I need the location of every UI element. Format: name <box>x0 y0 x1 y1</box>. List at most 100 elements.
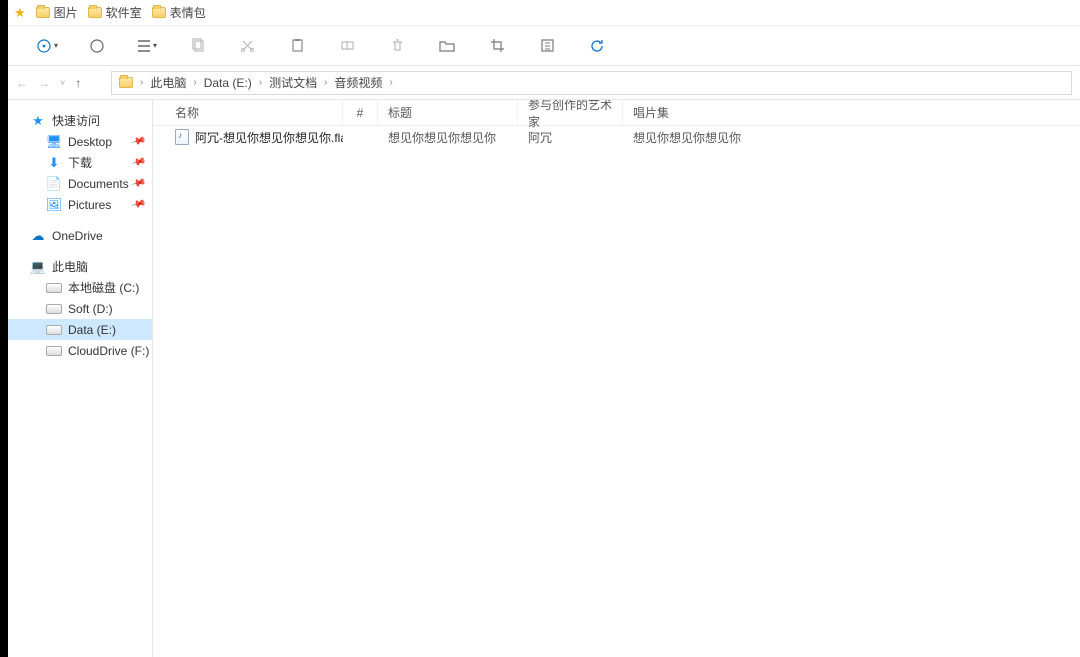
trash-icon <box>390 38 405 53</box>
breadcrumb-root[interactable] <box>116 77 136 88</box>
sidebar-label: CloudDrive (F:) <box>68 344 149 358</box>
circle-button[interactable] <box>86 35 108 57</box>
qa-pinned-folder[interactable]: 表情包 <box>152 4 206 21</box>
sidebar-label: 快速访问 <box>52 112 100 129</box>
disk-icon <box>46 283 62 293</box>
sidebar-label: 此电脑 <box>52 258 88 275</box>
table-row[interactable]: 阿冗-想见你想见你想见你.flac 想见你想见你想见你 阿冗 想见你想见你想见你 <box>153 126 1080 148</box>
properties-button[interactable] <box>536 35 558 57</box>
cell-title: 想见你想见你想见你 <box>378 129 518 146</box>
copy-button[interactable] <box>186 35 208 57</box>
sidebar-quick-access[interactable]: ★ 快速访问 <box>8 110 152 131</box>
sidebar-drive-d[interactable]: Soft (D:) <box>8 298 152 319</box>
pin-icon: 📌 <box>130 134 146 150</box>
sidebar-label: Pictures <box>68 198 111 212</box>
disk-icon <box>46 304 62 314</box>
sidebar-label: Data (E:) <box>68 323 116 337</box>
breadcrumb-segment[interactable]: 测试文档 <box>266 74 320 91</box>
crop-icon <box>490 38 505 53</box>
breadcrumb[interactable]: › 此电脑 › Data (E:) › 测试文档 › 音频视频 › <box>111 71 1072 95</box>
chevron-right-icon: › <box>322 77 329 88</box>
sidebar-this-pc[interactable]: 💻 此电脑 <box>8 256 152 277</box>
crop-button[interactable] <box>486 35 508 57</box>
rows: 阿冗-想见你想见你想见你.flac 想见你想见你想见你 阿冗 想见你想见你想见你 <box>153 126 1080 657</box>
desktop-icon: 🖥 <box>46 134 62 150</box>
back-button[interactable]: ← <box>16 76 28 90</box>
paste-button[interactable] <box>286 35 308 57</box>
new-folder-button[interactable] <box>436 35 458 57</box>
disk-icon <box>46 346 62 356</box>
cell-name: 阿冗-想见你想见你想见你.flac <box>153 129 343 146</box>
qa-label: 软件室 <box>106 4 142 21</box>
column-album[interactable]: 唱片集 <box>623 100 743 125</box>
breadcrumb-segment[interactable]: Data (E:) <box>201 76 255 90</box>
quick-access-bar: ★ 图片 软件室 表情包 <box>8 0 1080 26</box>
sidebar-onedrive[interactable]: ☁ OneDrive <box>8 225 152 246</box>
column-name[interactable]: 名称 <box>153 100 343 125</box>
chevron-right-icon: › <box>387 77 394 88</box>
cell-album: 想见你想见你想见你 <box>623 129 743 146</box>
sidebar-label: OneDrive <box>52 229 103 243</box>
cloud-icon: ☁ <box>30 228 46 244</box>
column-headers: 名称 # 标题 参与创作的艺术家 唱片集 <box>153 100 1080 126</box>
qa-label: 图片 <box>54 4 78 21</box>
sidebar-label: Documents <box>68 177 129 191</box>
chevron-down-icon: ▾ <box>54 41 58 50</box>
chevron-down-icon: ▾ <box>153 41 157 50</box>
column-artist[interactable]: 参与创作的艺术家 <box>518 100 623 125</box>
refresh-button[interactable] <box>586 35 608 57</box>
sidebar-item-downloads[interactable]: ⬇ 下载 📌 <box>8 152 152 173</box>
history-dropdown[interactable]: ˅ <box>60 78 65 88</box>
up-button[interactable]: ↑ <box>75 76 81 90</box>
disk-icon <box>46 325 62 335</box>
pin-icon: 📌 <box>130 176 146 192</box>
cut-button[interactable] <box>236 35 258 57</box>
rename-button[interactable] <box>336 35 358 57</box>
folder-icon <box>152 7 166 18</box>
breadcrumb-segment[interactable]: 音频视频 <box>331 74 385 91</box>
delete-button[interactable] <box>386 35 408 57</box>
pin-icon: 📌 <box>130 155 146 171</box>
folder-icon <box>36 7 50 18</box>
view-menu-button[interactable]: ▾ <box>136 35 158 57</box>
sidebar-item-desktop[interactable]: 🖥 Desktop 📌 <box>8 131 152 152</box>
pc-icon: 💻 <box>30 259 46 275</box>
chevron-right-icon: › <box>138 77 145 88</box>
list-icon <box>137 39 151 53</box>
folder-icon <box>119 77 133 88</box>
documents-icon: 📄 <box>46 176 62 192</box>
sidebar-drive-c[interactable]: 本地磁盘 (C:) <box>8 277 152 298</box>
copy-icon <box>190 38 205 53</box>
pin-icon: 📌 <box>130 197 146 213</box>
rename-icon <box>340 38 355 53</box>
audio-file-icon <box>175 129 189 145</box>
qa-pinned-folder[interactable]: 图片 <box>36 4 78 21</box>
sidebar-item-documents[interactable]: 📄 Documents 📌 <box>8 173 152 194</box>
sidebar-label: 本地磁盘 (C:) <box>68 279 139 296</box>
body: ★ 快速访问 🖥 Desktop 📌 ⬇ 下载 📌 📄 Documents 📌 … <box>8 100 1080 657</box>
download-icon: ⬇ <box>46 155 62 171</box>
qa-pinned-folder[interactable]: 软件室 <box>88 4 142 21</box>
sidebar-item-pictures[interactable]: 🖼 Pictures 📌 <box>8 194 152 215</box>
chevron-right-icon: › <box>257 77 264 88</box>
file-name: 阿冗-想见你想见你想见你.flac <box>195 129 343 146</box>
breadcrumb-segment[interactable]: 此电脑 <box>147 74 189 91</box>
folder-plus-icon <box>439 39 455 53</box>
sidebar-label: Soft (D:) <box>68 302 113 316</box>
sidebar-drive-f[interactable]: CloudDrive (F:) <box>8 340 152 361</box>
explorer-window: ★ 图片 软件室 表情包 ▾ ▾ <box>8 0 1080 657</box>
clipboard-icon <box>290 38 305 53</box>
sidebar-drive-e[interactable]: Data (E:) <box>8 319 152 340</box>
sidebar: ★ 快速访问 🖥 Desktop 📌 ⬇ 下载 📌 📄 Documents 📌 … <box>8 100 153 657</box>
chevron-right-icon: › <box>191 77 198 88</box>
column-title[interactable]: 标题 <box>378 100 518 125</box>
favorites-star[interactable]: ★ <box>14 5 26 21</box>
new-menu-button[interactable]: ▾ <box>36 35 58 57</box>
nav-arrows: ← → ˅ ↑ <box>16 76 111 90</box>
properties-icon <box>540 38 555 53</box>
folder-icon <box>88 7 102 18</box>
sidebar-label: 下载 <box>68 154 92 171</box>
scissors-icon <box>240 38 255 53</box>
column-number[interactable]: # <box>343 100 378 125</box>
forward-button[interactable]: → <box>38 76 50 90</box>
